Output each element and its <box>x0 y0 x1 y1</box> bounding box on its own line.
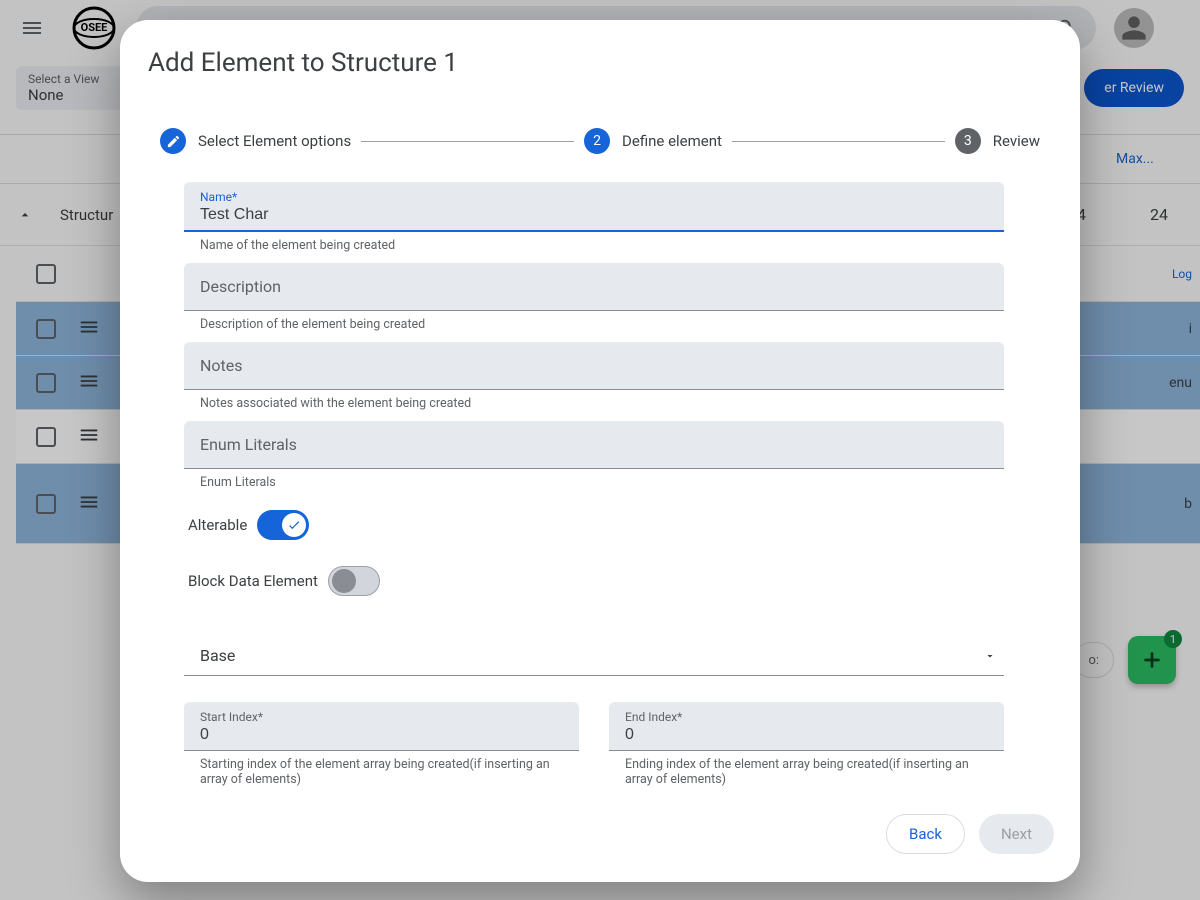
step-3[interactable]: 3 Review <box>955 128 1040 154</box>
step-1[interactable]: Select Element options <box>160 128 351 154</box>
check-icon <box>282 513 306 537</box>
stepper: Select Element options 2 Define element … <box>120 88 1080 174</box>
start-index-label: Start Index* <box>200 710 563 724</box>
description-field[interactable]: Description <box>184 263 1004 311</box>
end-index-hint: Ending index of the element array being … <box>609 751 1004 789</box>
step-1-label: Select Element options <box>198 132 351 150</box>
description-label: Description <box>200 277 988 296</box>
base-label: Base <box>200 646 235 665</box>
end-index-field[interactable]: End Index* <box>609 702 1004 751</box>
base-select[interactable]: Base <box>184 622 1004 676</box>
step-3-circle: 3 <box>955 128 981 154</box>
alterable-toggle[interactable] <box>257 510 309 540</box>
form-area: Name* Name of the element being created … <box>120 174 1074 796</box>
step-2-circle: 2 <box>584 128 610 154</box>
alterable-row: Alterable <box>184 492 1004 548</box>
name-field[interactable]: Name* <box>184 182 1004 232</box>
block-data-toggle[interactable] <box>328 566 380 596</box>
add-element-dialog: Add Element to Structure 1 Select Elemen… <box>120 20 1080 882</box>
dialog-title: Add Element to Structure 1 <box>120 20 1080 88</box>
next-button[interactable]: Next <box>979 814 1054 854</box>
end-index-label: End Index* <box>625 710 988 724</box>
name-input[interactable] <box>200 204 988 224</box>
end-index-input[interactable] <box>625 724 988 744</box>
name-label: Name* <box>200 190 988 204</box>
alterable-label: Alterable <box>188 516 247 534</box>
step-3-label: Review <box>993 132 1040 150</box>
array-header-row: Array Header <box>184 789 1004 796</box>
step-2[interactable]: 2 Define element <box>584 128 722 154</box>
notes-field[interactable]: Notes <box>184 342 1004 390</box>
dialog-actions: Back Next <box>120 796 1080 882</box>
toggle-knob <box>332 569 356 593</box>
notes-label: Notes <box>200 356 988 375</box>
block-data-label: Block Data Element <box>188 572 318 590</box>
edit-icon <box>160 128 186 154</box>
notes-hint: Notes associated with the element being … <box>184 390 1004 413</box>
start-index-field[interactable]: Start Index* <box>184 702 579 751</box>
chevron-down-icon <box>984 650 996 662</box>
back-button[interactable]: Back <box>886 814 965 854</box>
block-data-row: Block Data Element <box>184 548 1004 604</box>
enum-literals-label: Enum Literals <box>200 435 988 454</box>
enum-literals-field[interactable]: Enum Literals <box>184 421 1004 469</box>
start-index-hint: Starting index of the element array bein… <box>184 751 579 789</box>
name-hint: Name of the element being created <box>184 232 1004 255</box>
description-hint: Description of the element being created <box>184 311 1004 334</box>
enum-literals-hint: Enum Literals <box>184 469 1004 492</box>
start-index-input[interactable] <box>200 724 563 744</box>
step-2-label: Define element <box>622 132 722 150</box>
